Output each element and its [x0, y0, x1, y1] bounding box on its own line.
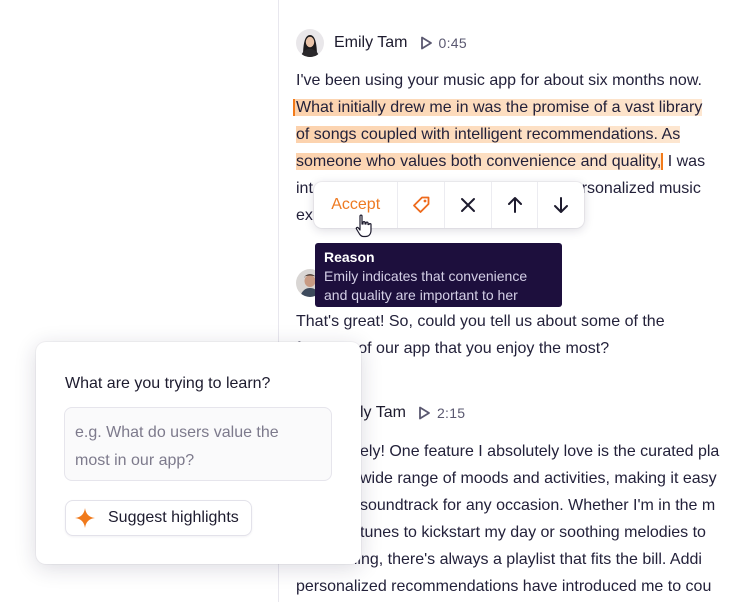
tooltip-body: Emily indicates that convenience and qua… [324, 267, 553, 305]
transcript-line: soundtrack for any occasion. Whether I'm… [360, 497, 716, 514]
goal-input[interactable]: e.g. What do users value the most in our… [64, 407, 332, 481]
suggest-highlights-button[interactable]: Suggest highlights [65, 500, 252, 536]
speaker-header: Emily Tam 0:45 [296, 27, 467, 59]
speaker-header: ly Tam 2:15 [360, 397, 465, 429]
play-button[interactable]: 0:45 [420, 35, 467, 51]
speaker-name: ly Tam [360, 404, 406, 421]
transcript-text: I was [663, 153, 706, 170]
highlighted-text[interactable]: of songs coupled with intelligent recomm… [296, 126, 681, 143]
tooltip-body-line: Emily indicates that convenience [324, 268, 528, 284]
arrow-up-icon [507, 197, 522, 213]
transcript-line: tunes to kickstart my day or soothing me… [360, 524, 706, 541]
suggest-highlights-label: Suggest highlights [108, 509, 239, 526]
tooltip-title: Reason [324, 249, 375, 265]
transcript-line: wide range of moods and activities, maki… [360, 470, 717, 487]
play-icon [420, 36, 432, 50]
reject-button[interactable] [445, 182, 492, 228]
transcript-line: personalized recommendations have introd… [296, 578, 712, 595]
speaker-name: Emily Tam [334, 34, 408, 51]
transcript-line: features of our app that you enjoy the m… [296, 340, 610, 357]
transcript-paragraph: That's great! So, could you tell us abou… [296, 308, 736, 362]
play-icon [419, 406, 430, 420]
input-placeholder: e.g. What do users value the [75, 424, 279, 441]
transcript-paragraph: the evening, there's always a playlist t… [296, 546, 736, 600]
timestamp: 2:15 [436, 405, 466, 421]
transcript-line: ely! One feature I absolutely love is th… [360, 443, 720, 460]
play-button[interactable]: 2:15 [418, 405, 465, 421]
input-placeholder: most in our app? [75, 452, 195, 469]
highlighted-text[interactable]: someone who values both convenience and … [296, 153, 664, 170]
avatar [296, 29, 324, 57]
hand-cursor-icon [355, 214, 372, 238]
tooltip-body-line: and quality are important to her [324, 287, 518, 303]
transcript-line: I've been using your music app for about… [296, 72, 702, 89]
close-icon [460, 198, 475, 212]
sparkle-icon [75, 508, 95, 528]
timestamp: 0:45 [438, 35, 467, 51]
panel-question: What are you trying to learn? [65, 375, 271, 392]
transcript-paragraph: ely! One feature I absolutely love is th… [360, 438, 736, 546]
transcript-text: personalized music [563, 180, 701, 197]
arrow-down-icon [554, 197, 569, 213]
highlighted-text[interactable]: What initially drew me in was the promis… [293, 99, 703, 116]
transcript-line: the evening, there's always a playlist t… [296, 551, 702, 568]
tag-button[interactable] [398, 182, 446, 228]
move-down-button[interactable] [538, 182, 584, 228]
tag-icon [413, 196, 430, 213]
reason-tooltip: Reason Emily indicates that convenience … [315, 243, 562, 307]
learning-goal-panel: What are you trying to learn? e.g. What … [36, 342, 361, 564]
move-up-button[interactable] [492, 182, 539, 228]
transcript-text: int [296, 180, 313, 197]
transcript-line: That's great! So, could you tell us abou… [296, 313, 665, 330]
